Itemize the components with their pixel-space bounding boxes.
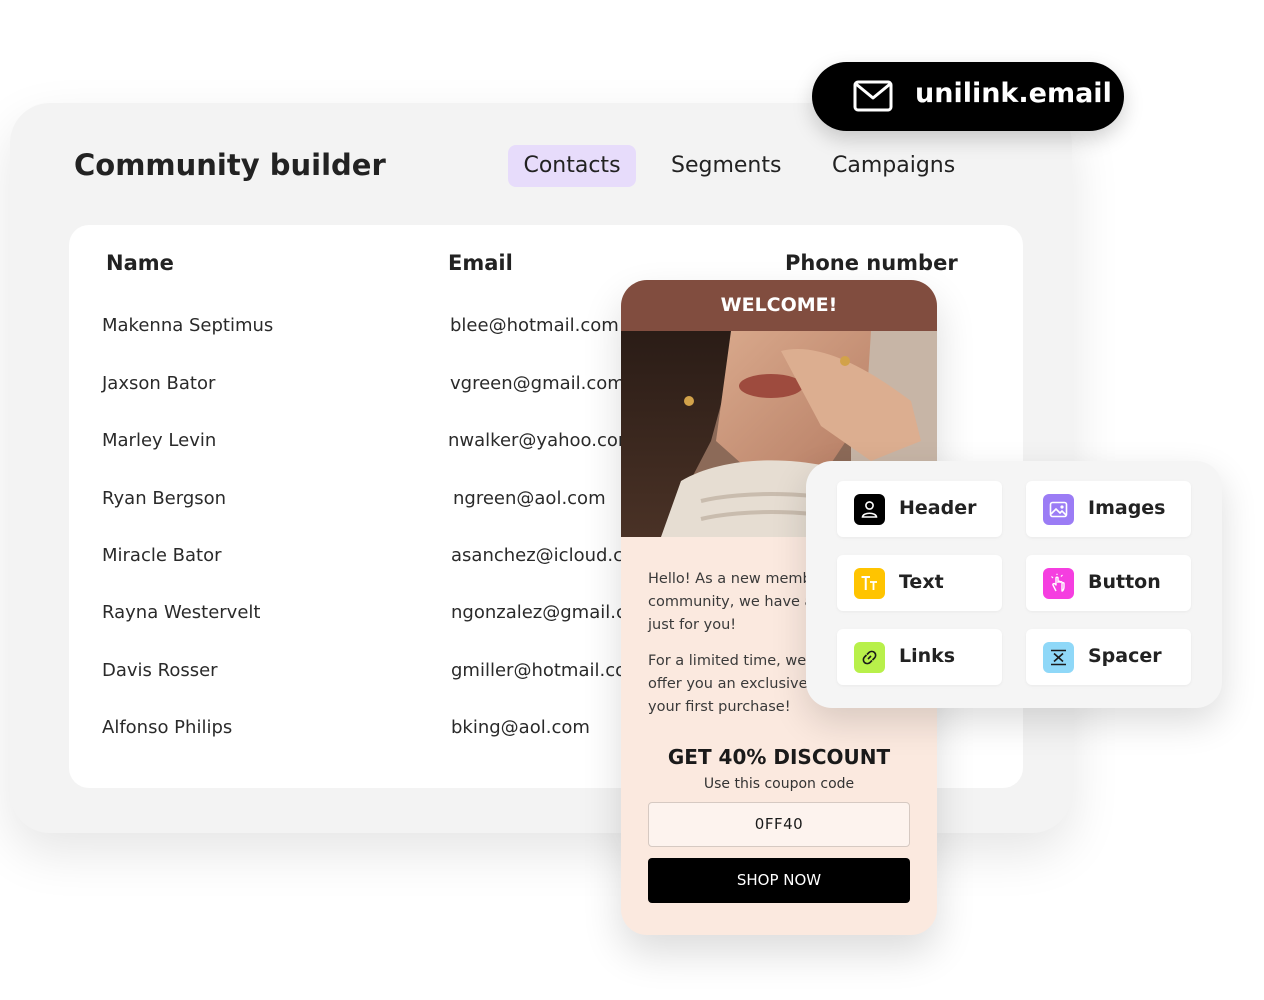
page-title: Community builder: [74, 148, 386, 182]
tab-campaigns[interactable]: Campaigns: [832, 145, 955, 187]
email-header: WELCOME!: [621, 280, 937, 331]
discount-title: GET 40% DISCOUNT: [667, 745, 891, 769]
tab-segments[interactable]: Segments: [671, 145, 781, 187]
contact-name: Alfonso Philips: [102, 717, 233, 738]
block-label: Header: [899, 497, 977, 519]
block-images[interactable]: Images: [1026, 481, 1191, 537]
tab-contacts[interactable]: Contacts: [508, 145, 636, 187]
coupon-code-field[interactable]: 0FF40: [648, 802, 910, 847]
contact-email: bking@aol.com: [451, 717, 590, 738]
pointer-icon: [1043, 568, 1074, 599]
block-text[interactable]: Text: [837, 555, 1002, 611]
contact-name: Ryan Bergson: [102, 488, 227, 509]
contact-name: Davis Rosser: [102, 660, 218, 681]
block-label: Images: [1088, 497, 1166, 519]
column-header-phone[interactable]: Phone number: [785, 251, 958, 275]
block-header[interactable]: Header: [837, 481, 1002, 537]
brand-badge: unilink.email: [812, 62, 1124, 131]
block-links[interactable]: Links: [837, 629, 1002, 685]
block-button[interactable]: Button: [1026, 555, 1191, 611]
block-label: Links: [899, 645, 956, 667]
user-icon: [854, 494, 885, 525]
contact-email: gmiller@hotmail.com: [451, 660, 644, 681]
coupon-note: Use this coupon code: [703, 776, 855, 792]
contact-name: Marley Levin: [102, 430, 217, 451]
column-header-name[interactable]: Name: [106, 251, 174, 275]
contact-email: vgreen@gmail.com: [450, 373, 625, 394]
block-label: Spacer: [1088, 645, 1162, 667]
contact-name: Makenna Septimus: [102, 315, 274, 336]
column-header-email[interactable]: Email: [448, 251, 513, 275]
image-icon: [1043, 494, 1074, 525]
shop-now-button[interactable]: SHOP NOW: [648, 858, 910, 903]
text-icon: [854, 568, 885, 599]
contact-name: Miracle Bator: [102, 545, 222, 566]
contact-name: Jaxson Bator: [102, 373, 216, 394]
link-icon: [854, 642, 885, 673]
block-label: Text: [899, 571, 944, 593]
mail-icon: [853, 80, 893, 112]
contact-email: blee@hotmail.com: [450, 315, 619, 336]
blocks-palette: Header Images Text Button Links Spacer: [806, 461, 1222, 708]
contact-name: Rayna Westervelt: [102, 602, 261, 623]
contact-email: nwalker@yahoo.com: [448, 430, 636, 451]
block-label: Button: [1088, 571, 1161, 593]
brand-name: unilink.email: [915, 78, 1112, 109]
contact-email: ngreen@aol.com: [453, 488, 606, 509]
block-spacer[interactable]: Spacer: [1026, 629, 1191, 685]
spacer-icon: [1043, 642, 1074, 673]
